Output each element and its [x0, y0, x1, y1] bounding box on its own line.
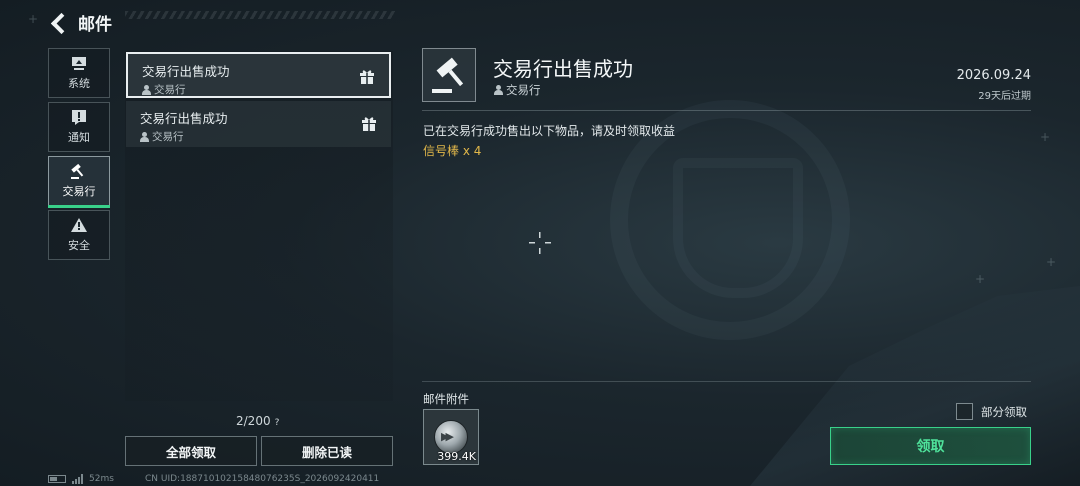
mail-date: 2026.09.24: [956, 68, 1031, 83]
monitor-icon: [70, 55, 88, 71]
decor-plus: +: [1046, 255, 1057, 269]
mail-sender: 交易行: [154, 84, 186, 96]
tab-label: 通知: [68, 131, 90, 144]
mail-count-value: 2/200: [236, 414, 271, 428]
page-title: 邮件: [78, 14, 112, 35]
divider: [422, 381, 1031, 382]
tab-label: 安全: [68, 239, 90, 252]
person-icon: [140, 131, 149, 142]
header: 邮件: [48, 8, 112, 36]
mail-detail-title: 交易行出售成功: [493, 57, 633, 81]
mail-expire: 29天后过期: [978, 91, 1031, 102]
partial-claim-toggle[interactable]: 部分领取: [956, 403, 1027, 420]
back-arrow-icon[interactable]: [48, 11, 70, 33]
battery-icon: [48, 475, 66, 483]
mail-sender: 交易行: [152, 131, 184, 143]
gift-icon: [360, 70, 374, 84]
mail-list-item[interactable]: 交易行出售成功 交易行: [126, 101, 391, 147]
mail-list: 交易行出售成功 交易行 交易行出售成功 交易行: [125, 51, 393, 401]
delete-read-button[interactable]: 删除已读: [261, 436, 393, 466]
decor-plus: +: [975, 272, 986, 286]
status-bar: 52ms: [48, 474, 114, 484]
tab-security[interactable]: 安全: [48, 210, 110, 260]
claim-button[interactable]: 领取: [830, 427, 1031, 465]
signal-icon: [72, 474, 83, 484]
currency-coin-icon: [434, 420, 468, 454]
uid-text: CN UID:18871010215848076235S_20260924204…: [145, 474, 380, 484]
partial-claim-checkbox[interactable]: [956, 403, 973, 420]
person-icon: [494, 85, 503, 95]
header-decoration: [125, 11, 395, 19]
decor-plus: +: [28, 12, 39, 26]
mail-item-line: 信号棒 x 4: [423, 144, 482, 158]
help-icon[interactable]: ?: [275, 418, 280, 428]
decor-plus: +: [1040, 130, 1051, 144]
attachment-quantity: 399.4K: [437, 450, 476, 463]
mail-count: 2/200?: [236, 414, 279, 428]
ping-value: 52ms: [89, 474, 114, 484]
partial-claim-label: 部分领取: [981, 404, 1027, 419]
warning-icon: [70, 217, 88, 233]
mail-title: 交易行出售成功: [142, 64, 230, 79]
divider: [422, 110, 1031, 111]
gift-icon: [362, 117, 376, 131]
attachment-slot[interactable]: 399.4K: [423, 409, 479, 465]
tab-label: 交易行: [62, 185, 96, 198]
mail-list-item[interactable]: 交易行出售成功 交易行: [126, 52, 391, 98]
crosshair-icon: [529, 232, 551, 254]
tab-trade[interactable]: 交易行: [48, 156, 110, 208]
tab-notice[interactable]: 通知: [48, 102, 110, 152]
tab-label: 系统: [68, 77, 90, 90]
attachments-label: 邮件附件: [423, 392, 469, 406]
sender-name: 交易行: [506, 83, 541, 97]
mail-detail-icon: [422, 48, 476, 102]
exclamation-icon: [70, 109, 88, 125]
tab-system[interactable]: 系统: [48, 48, 110, 98]
mail-body: 已在交易行成功售出以下物品，请及时领取收益: [423, 124, 676, 138]
mail-title: 交易行出售成功: [140, 111, 228, 126]
person-icon: [142, 84, 151, 95]
claim-all-button[interactable]: 全部领取: [125, 436, 257, 466]
mail-detail-sender: 交易行: [494, 82, 541, 98]
gavel-icon: [432, 57, 464, 93]
gavel-icon: [70, 163, 88, 179]
